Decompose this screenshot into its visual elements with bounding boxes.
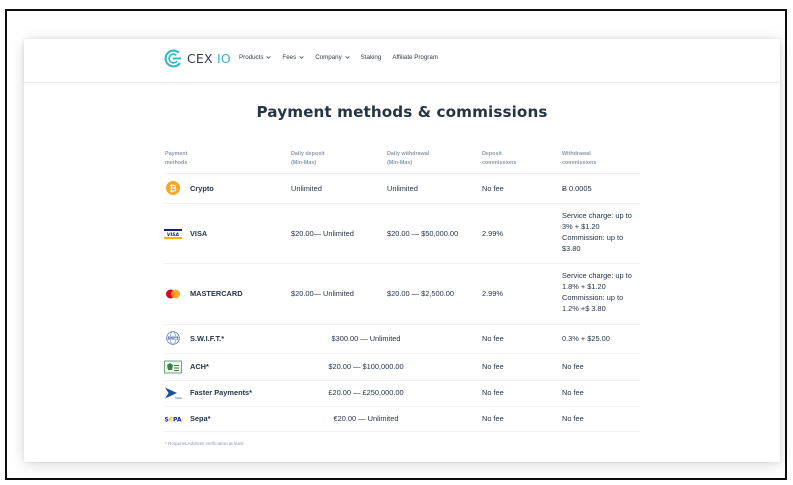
header-deposit-commissions: Deposit commissions (482, 151, 517, 166)
logo-text: CEX IO (187, 50, 231, 66)
cex-logo-icon (164, 49, 183, 67)
withdrawal-commission-value: Service charge: up to 3% + $1.20 Commiss… (562, 211, 632, 253)
daily-limit-combined-value: $20.00 — $100,000.00 (328, 362, 404, 371)
nav-products[interactable]: Products (239, 54, 272, 61)
cex-io-logo[interactable]: CEX IO (164, 48, 231, 68)
page-title: Payment methods & commissions (256, 103, 548, 121)
row-divider (164, 406, 640, 407)
ach-icon (164, 360, 182, 374)
sepa-icon: S€PA (164, 417, 181, 424)
method-name: S.W.I.F.T.* (190, 334, 225, 343)
faster-payments-icon: Faster (165, 387, 182, 400)
daily-withdrawal-value: $20.00 — $50,000.00 (387, 229, 459, 238)
daily-withdrawal-value: $20.00 — $2,500.00 (387, 289, 454, 298)
nav-products-label: Products (239, 54, 264, 61)
row-divider (164, 263, 640, 264)
svg-text:₿: ₿ (169, 183, 176, 194)
daily-deposit-value: $20.00— Unlimited (291, 289, 354, 298)
chevron-down-icon (299, 56, 304, 59)
method-name: MASTERCARD (190, 289, 243, 298)
row-divider (164, 431, 640, 432)
nav-staking-label: Staking (360, 54, 382, 61)
nav-staking[interactable]: Staking (361, 54, 382, 61)
deposit-commission-value: No fee (482, 362, 504, 371)
row-divider (164, 203, 640, 204)
daily-limit-combined-value: £20.00 — £250,000.00 (328, 388, 404, 397)
deposit-commission-value: No fee (482, 184, 504, 193)
visa-icon: VISA (164, 228, 182, 240)
method-name: Crypto (190, 184, 214, 193)
daily-withdrawal-value: Unlimited (387, 184, 418, 193)
nav-fees[interactable]: Fees (282, 54, 304, 61)
bitcoin-icon: ₿ (166, 181, 180, 195)
deposit-commission-value: No fee (482, 334, 504, 343)
deposit-commission-value: 2.99% (482, 229, 503, 238)
swift-icon: SWIFT (166, 331, 180, 345)
nav-company-label: Company (315, 54, 342, 61)
header-daily-deposit: Daily deposit (Min-Max) (291, 151, 325, 166)
header-withdrawal-commissions: Withdrawal commissions (562, 151, 597, 166)
page-card: CEX IO Products Fees Company Staking Aff… (24, 39, 780, 462)
withdrawal-commission-value: No fee (562, 414, 584, 423)
header-daily-withdrawal: Daily withdrawal (Min-Max) (387, 151, 430, 166)
nav-fees-label: Fees (282, 54, 297, 61)
method-name: Sepa* (190, 414, 211, 423)
method-name: VISA (190, 229, 208, 238)
withdrawal-commission-value: No fee (562, 388, 584, 397)
mastercard-icon (166, 289, 180, 299)
chevron-down-icon (266, 56, 272, 59)
daily-limit-combined-value: €20.00 — Unlimited (333, 414, 399, 423)
chevron-down-icon (345, 56, 350, 59)
nav-company[interactable]: Company (315, 54, 350, 61)
nav-affiliate-label: Affiliate Program (392, 54, 438, 61)
method-name: ACH* (190, 362, 209, 371)
svg-text:SWIFT: SWIFT (168, 336, 178, 340)
svg-text:VISA: VISA (167, 232, 180, 238)
row-divider (164, 380, 640, 381)
main-nav: Products Fees Company Staking Affiliate … (239, 54, 449, 61)
withdrawal-commission-value: 0.3% + $25.00 (562, 334, 610, 343)
deposit-commission-value: No fee (482, 414, 504, 423)
withdrawal-commission-value: Service charge: up to 1.8% + $1.20 Commi… (562, 271, 632, 313)
withdrawal-commission-value: No fee (562, 362, 584, 371)
screenshot-frame: CEX IO Products Fees Company Staking Aff… (5, 9, 787, 480)
withdrawal-commission-value: Ƀ 0.0005 (562, 184, 592, 193)
deposit-commission-value: No fee (482, 388, 504, 397)
daily-deposit-value: $20.00— Unlimited (291, 229, 354, 238)
row-divider (164, 173, 640, 174)
footnote: * Requires Address verification at least (165, 441, 244, 446)
daily-deposit-value: Unlimited (291, 184, 322, 193)
row-divider (164, 324, 640, 325)
header-payment-methods: Payment methods (165, 151, 188, 166)
daily-limit-combined-value: $300.00 — Unlimited (331, 334, 401, 343)
svg-text:Faster: Faster (175, 397, 182, 400)
svg-text:S€PA: S€PA (164, 417, 181, 424)
top-navbar: CEX IO Products Fees Company Staking Aff… (24, 39, 780, 83)
row-divider (164, 353, 640, 354)
method-name: Faster Payments* (190, 388, 253, 397)
nav-affiliate-program[interactable]: Affiliate Program (392, 54, 438, 61)
deposit-commission-value: 2.99% (482, 289, 503, 298)
